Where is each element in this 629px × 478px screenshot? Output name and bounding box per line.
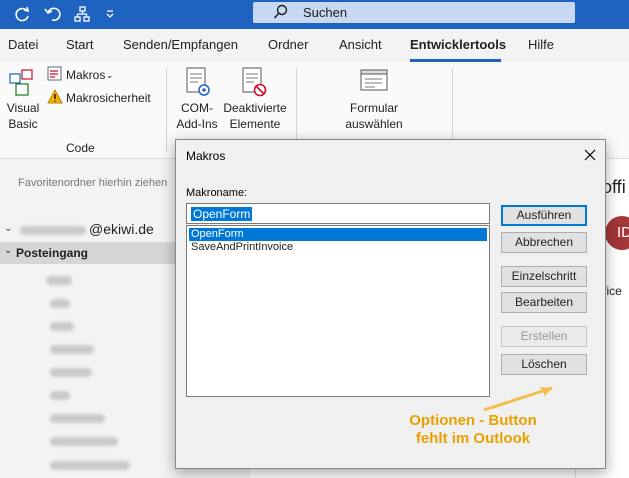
blurred-folder[interactable]	[50, 391, 70, 400]
step-into-button[interactable]: Einzelschritt	[501, 266, 587, 287]
annotation-text: Optionen - Button fehlt im Outlook	[398, 412, 548, 448]
tab-developer[interactable]: Entwicklertools	[410, 37, 506, 52]
macro-list[interactable]: OpenForm SaveAndPrintInvoice	[186, 225, 490, 397]
favorites-hint: Favoritenordner hierhin ziehen	[18, 177, 168, 189]
com-addins-button[interactable]: COM- Add-Ins	[172, 100, 222, 132]
tab-start[interactable]: Start	[66, 37, 93, 52]
disabled-items-icon	[240, 66, 268, 101]
macro-name-value: OpenForm	[191, 207, 253, 221]
macros-icon	[47, 66, 63, 85]
tab-folder[interactable]: Ordner	[268, 37, 308, 52]
customize-qat-icon[interactable]	[100, 4, 120, 24]
search-icon	[273, 4, 289, 23]
macros-button[interactable]: Makros	[66, 67, 105, 83]
ribbon-separator	[166, 68, 167, 152]
cancel-button[interactable]: Abbrechen	[501, 232, 587, 253]
com-addins-icon	[184, 66, 212, 101]
search-box[interactable]: Suchen	[253, 2, 575, 23]
account-domain: @ekiwi.de	[89, 221, 154, 237]
macro-name-label: Makroname:	[186, 187, 248, 199]
tab-help[interactable]: Hilfe	[528, 37, 554, 52]
tab-view[interactable]: Ansicht	[339, 37, 382, 52]
macros-dropdown-icon[interactable]: ⌄	[106, 67, 114, 83]
blurred-folder[interactable]	[50, 368, 92, 377]
run-button[interactable]: Ausführen	[501, 205, 587, 226]
warning-icon	[47, 88, 63, 108]
visual-basic-icon	[8, 68, 36, 101]
search-label: Suchen	[303, 5, 348, 20]
form-icon	[360, 69, 388, 96]
undo-icon[interactable]	[42, 4, 62, 24]
annotation-line-1: Optionen - Button	[409, 412, 537, 429]
list-item[interactable]: OpenForm	[189, 228, 487, 241]
tab-file[interactable]: Datei	[8, 37, 38, 52]
delete-button[interactable]: Löschen	[501, 354, 587, 375]
disabled-items-button[interactable]: Deaktivierte Elemente	[222, 100, 288, 132]
blurred-folder[interactable]	[50, 299, 70, 308]
choose-form-button[interactable]: Formular auswählen	[334, 100, 414, 132]
code-group-label: Code	[66, 141, 95, 155]
avatar-initials: ID	[617, 224, 629, 241]
ribbon-tabs: Datei Start Senden/Empfangen Ordner Ansi…	[0, 29, 629, 61]
blurred-folder[interactable]	[50, 461, 130, 470]
macro-name-input[interactable]: OpenForm	[186, 203, 490, 224]
edit-button[interactable]: Bearbeiten	[501, 292, 587, 313]
sync-icon[interactable]	[12, 4, 32, 24]
visual-basic-button[interactable]: Visual Basic	[4, 100, 42, 132]
create-button: Erstellen	[501, 326, 587, 347]
blurred-folder[interactable]	[50, 414, 105, 423]
inbox-label: Posteingang	[16, 246, 89, 260]
org-chart-icon[interactable]	[72, 4, 92, 24]
blurred-folder[interactable]	[46, 276, 72, 285]
close-icon[interactable]	[580, 145, 600, 165]
annotation-line-2: fehlt im Outlook	[415, 430, 531, 447]
macro-security-button[interactable]: Makrosicherheit	[66, 90, 151, 106]
blurred-account-name	[20, 226, 86, 235]
blurred-folder[interactable]	[50, 345, 94, 354]
dialog-title: Makros	[186, 149, 226, 163]
blurred-folder[interactable]	[50, 322, 74, 331]
chevron-down-icon[interactable]: ⌄	[4, 245, 12, 256]
tab-send-receive[interactable]: Senden/Empfangen	[123, 37, 238, 52]
blurred-folder[interactable]	[50, 437, 118, 446]
title-bar: Suchen	[0, 0, 629, 29]
avatar: ID	[605, 216, 629, 250]
list-item[interactable]: SaveAndPrintInvoice	[189, 241, 487, 254]
chevron-down-icon[interactable]: ⌄	[4, 223, 12, 234]
